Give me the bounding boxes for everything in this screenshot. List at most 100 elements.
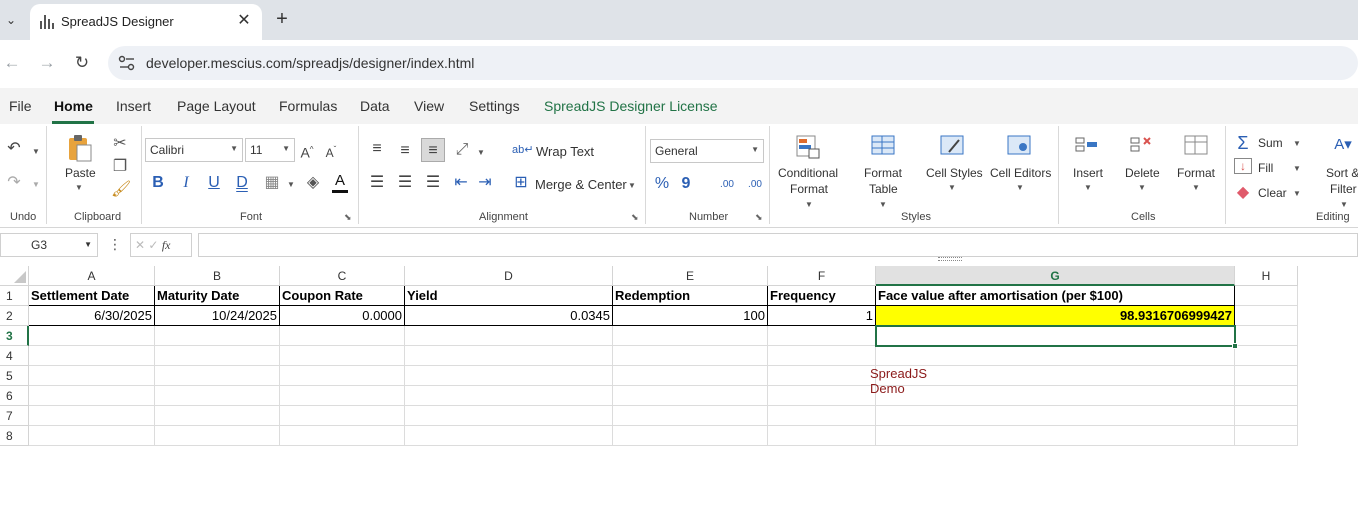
tab-close-icon[interactable]: ✕ (235, 12, 253, 30)
cell-h5[interactable] (1235, 366, 1298, 386)
cell-f6[interactable] (768, 386, 876, 406)
cell-a1[interactable]: Settlement Date (29, 286, 155, 306)
merge-dropdown-icon[interactable]: ▼ (628, 181, 636, 190)
format-cells-icon[interactable] (1183, 134, 1211, 162)
select-all-corner[interactable] (0, 266, 29, 286)
redo-dropdown-icon[interactable]: ▼ (32, 180, 40, 189)
browser-tab[interactable]: SpreadJS Designer ✕ (30, 4, 262, 40)
delete-dropdown-icon[interactable]: ▼ (1138, 183, 1146, 192)
sum-button[interactable]: Sum (1258, 136, 1283, 150)
decrease-decimal-button[interactable]: .00 (744, 176, 766, 194)
insert-cells-button[interactable]: Insert (1073, 166, 1103, 180)
format-table-dropdown-icon[interactable]: ▼ (879, 200, 887, 209)
format-table-icon[interactable] (870, 134, 898, 162)
cell-f4[interactable] (768, 346, 876, 366)
cell-a3[interactable] (29, 326, 155, 346)
cell-h7[interactable] (1235, 406, 1298, 426)
cell-b3[interactable] (155, 326, 280, 346)
undo-dropdown-icon[interactable]: ▼ (32, 147, 40, 156)
cell-g5[interactable] (876, 366, 1235, 386)
cell-b5[interactable] (155, 366, 280, 386)
cell-g7[interactable] (876, 406, 1235, 426)
sort-filter-icon[interactable]: A▾ (1330, 136, 1356, 154)
cell-a5[interactable] (29, 366, 155, 386)
cell-a7[interactable] (29, 406, 155, 426)
tab-file[interactable]: File (9, 98, 32, 114)
cell-h4[interactable] (1235, 346, 1298, 366)
increase-indent-icon[interactable]: ⇥ (476, 174, 494, 192)
cell-styles-dropdown-icon[interactable]: ▼ (948, 183, 956, 192)
percent-style-button[interactable]: % (653, 175, 671, 193)
insert-dropdown-icon[interactable]: ▼ (1084, 183, 1092, 192)
cell-b8[interactable] (155, 426, 280, 446)
formula-input[interactable] (198, 233, 1358, 257)
underline-button[interactable]: U (206, 174, 222, 192)
row-header-3[interactable]: 3 (0, 326, 29, 346)
format-table-label-1[interactable]: Format (864, 166, 902, 180)
confirm-icon[interactable]: ✓ (148, 238, 158, 252)
cell-f2[interactable]: 1 (768, 306, 876, 326)
cell-editors-icon[interactable] (1006, 134, 1034, 162)
cell-d4[interactable] (405, 346, 613, 366)
tab-formulas[interactable]: Formulas (279, 98, 337, 114)
clear-dropdown-icon[interactable]: ▼ (1293, 189, 1301, 198)
cell-h8[interactable] (1235, 426, 1298, 446)
cancel-icon[interactable]: ✕ (135, 238, 145, 252)
orientation-icon[interactable]: ⤢ (453, 141, 471, 159)
align-top-icon[interactable]: ≡ (368, 140, 386, 158)
conditional-format-icon[interactable] (795, 134, 823, 162)
cell-b1[interactable]: Maturity Date (155, 286, 280, 306)
format-dropdown-icon[interactable]: ▼ (1192, 183, 1200, 192)
sort-dropdown-icon[interactable]: ▼ (1340, 200, 1348, 209)
tab-view[interactable]: View (414, 98, 444, 114)
align-center-icon[interactable]: ☰ (396, 174, 414, 192)
sort-label-1[interactable]: Sort & (1326, 166, 1358, 180)
cell-e1[interactable]: Redemption (613, 286, 768, 306)
cell-g2[interactable]: 98.9316706999427 (876, 306, 1235, 326)
column-header-h[interactable]: H (1235, 266, 1298, 286)
column-header-d[interactable]: D (405, 266, 613, 286)
bold-button[interactable]: B (150, 174, 166, 192)
cell-h2[interactable] (1235, 306, 1298, 326)
cell-e2[interactable]: 100 (613, 306, 768, 326)
conditional-format-label-1[interactable]: Conditional (778, 166, 838, 180)
back-button[interactable]: ← (1, 52, 23, 74)
align-bottom-icon[interactable]: ≡ (421, 138, 445, 162)
redo-icon[interactable]: ↷ (4, 174, 24, 192)
comma-style-button[interactable]: 9 (679, 175, 693, 193)
copy-icon[interactable]: ❐ (111, 158, 129, 176)
cell-g1[interactable]: Face value after amortisation (per $100) (876, 286, 1235, 306)
autosum-icon[interactable]: Σ (1234, 134, 1252, 152)
decrease-indent-icon[interactable]: ⇤ (452, 174, 470, 192)
sort-label-2[interactable]: Filter (1330, 182, 1357, 196)
cell-g6[interactable] (876, 386, 1235, 406)
number-format-select[interactable]: General ▼ (650, 139, 764, 163)
cell-c2[interactable]: 0.0000 (280, 306, 405, 326)
cell-g8[interactable] (876, 426, 1235, 446)
cell-e5[interactable] (613, 366, 768, 386)
paste-icon[interactable] (66, 134, 94, 162)
cell-h1[interactable] (1235, 286, 1298, 306)
fill-icon[interactable]: ↓ (1234, 158, 1252, 174)
format-painter-icon[interactable]: 🖌 (111, 181, 131, 199)
tab-insert[interactable]: Insert (116, 98, 151, 114)
new-tab-button[interactable]: + (272, 9, 292, 29)
conditional-format-label-2[interactable]: Format (790, 182, 828, 196)
merge-center-icon[interactable]: ⊞ (512, 174, 530, 192)
cell-e3[interactable] (613, 326, 768, 346)
column-header-c[interactable]: C (280, 266, 405, 286)
forward-button[interactable]: → (36, 52, 58, 74)
cell-f3[interactable] (768, 326, 876, 346)
cell-h6[interactable] (1235, 386, 1298, 406)
double-underline-button[interactable]: D (234, 174, 250, 192)
row-header-5[interactable]: 5 (0, 366, 29, 386)
row-header-8[interactable]: 8 (0, 426, 29, 446)
cell-a8[interactable] (29, 426, 155, 446)
tab-page-layout[interactable]: Page Layout (177, 98, 256, 114)
row-header-1[interactable]: 1 (0, 286, 29, 306)
cell-b2[interactable]: 10/24/2025 (155, 306, 280, 326)
format-cells-button[interactable]: Format (1177, 166, 1215, 180)
cell-b4[interactable] (155, 346, 280, 366)
column-header-g[interactable]: G (876, 266, 1235, 286)
more-options-icon[interactable]: ⋮ (108, 236, 122, 253)
